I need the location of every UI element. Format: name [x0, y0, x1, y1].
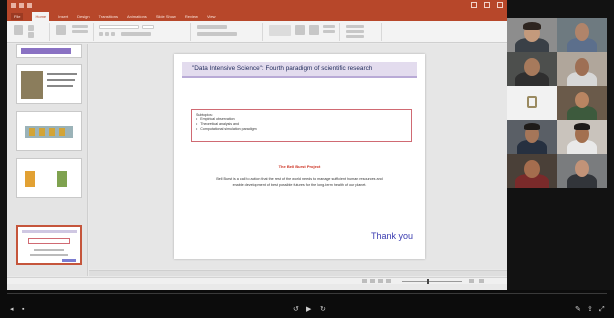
slide-thumbnail[interactable]: [16, 44, 82, 58]
participant-video[interactable]: [507, 154, 557, 188]
screen: File Home Insert Design Transitions Anim…: [0, 0, 614, 318]
slide-canvas: "Data Intensive Science": Fourth paradig…: [89, 44, 507, 269]
volume-icon[interactable]: ◂: [10, 306, 14, 313]
underline-icon[interactable]: [111, 32, 115, 36]
player-controls: ◂ ▪ ↺ ▶ ↻ ✎ ⇪ ⤢: [0, 290, 614, 318]
tab-insert[interactable]: Insert: [58, 14, 68, 19]
zoom-slider-handle[interactable]: [427, 279, 429, 284]
minimize-icon[interactable]: [471, 2, 477, 8]
slideshow-icon[interactable]: [386, 279, 391, 283]
close-icon[interactable]: [497, 2, 503, 8]
slides-group: [52, 23, 94, 41]
tab-review[interactable]: Review: [185, 14, 198, 19]
tab-file[interactable]: File: [11, 13, 24, 20]
find-icon[interactable]: [346, 25, 364, 28]
zoom-level[interactable]: [469, 279, 474, 283]
slide-thumbnail[interactable]: [16, 64, 82, 104]
slide-thumbnail[interactable]: [16, 111, 82, 151]
skip-back-icon[interactable]: ↺: [293, 306, 299, 313]
font-format-icons[interactable]: [121, 32, 151, 36]
slide-title-bar: "Data Intensive Science": Fourth paradig…: [182, 62, 417, 78]
slide-thumbnail[interactable]: [16, 158, 82, 198]
layout-icon[interactable]: [72, 25, 88, 28]
quote-heading: The Bell Burst Project: [278, 164, 321, 169]
shapes-gallery[interactable]: [269, 25, 291, 36]
captions-icon[interactable]: ▪: [22, 306, 24, 313]
reading-view-icon[interactable]: [378, 279, 383, 283]
participant-video[interactable]: [557, 52, 607, 86]
window-controls[interactable]: [471, 2, 503, 8]
quick-access-toolbar[interactable]: [11, 3, 37, 9]
ribbon: [7, 21, 507, 43]
slide-thumbnails-pane: [7, 44, 88, 276]
powerpoint-window: File Home Insert Design Transitions Anim…: [7, 0, 507, 290]
status-bar: [7, 277, 507, 284]
seek-bar[interactable]: [7, 293, 607, 294]
tab-slide-show[interactable]: Slide Show: [156, 14, 176, 19]
quick-styles-icon[interactable]: [309, 25, 319, 35]
thank-you-text: Thank you: [370, 231, 413, 241]
slide-sorter-icon[interactable]: [370, 279, 375, 283]
participant-video[interactable]: [507, 120, 557, 154]
paste-icon[interactable]: [14, 25, 23, 35]
font-name-select[interactable]: [99, 25, 139, 29]
shape-outline-icon[interactable]: [323, 30, 335, 33]
play-icon[interactable]: ▶: [306, 306, 311, 313]
slide-title: "Data Intensive Science": Fourth paradig…: [192, 65, 373, 72]
subtopics-box: Subtopics: Empirical observation Theoret…: [191, 109, 412, 142]
normal-view-icon[interactable]: [362, 279, 367, 283]
tab-transitions[interactable]: Transitions: [99, 14, 118, 19]
share-icon[interactable]: ⇪: [587, 306, 593, 313]
notes-pane[interactable]: [89, 270, 507, 276]
list-item: Computational simulation paradigm: [196, 127, 407, 132]
select-icon[interactable]: [346, 35, 364, 38]
edit-icon[interactable]: ✎: [575, 306, 581, 313]
list-icons[interactable]: [197, 25, 227, 29]
font-group: [96, 23, 191, 41]
italic-icon[interactable]: [105, 32, 109, 36]
skip-forward-icon[interactable]: ↻: [320, 306, 326, 313]
shape-fill-icon[interactable]: [323, 25, 335, 28]
tab-design[interactable]: Design: [77, 14, 89, 19]
subtopics-list: Empirical observation Theoretical analys…: [196, 117, 407, 132]
participant-video[interactable]: [507, 52, 557, 86]
zoom-slider[interactable]: [402, 281, 462, 282]
maximize-icon[interactable]: [484, 2, 490, 8]
font-size-select[interactable]: [142, 25, 154, 29]
drawing-group: [265, 23, 340, 41]
fullscreen-icon[interactable]: ⤢: [599, 306, 605, 313]
tab-view[interactable]: View: [207, 14, 216, 19]
participant-video[interactable]: [557, 86, 607, 120]
reset-icon[interactable]: [72, 30, 88, 33]
replace-icon[interactable]: [346, 30, 364, 33]
participant-avatar-tile[interactable]: [507, 86, 557, 120]
tab-animations[interactable]: Animations: [127, 14, 147, 19]
bold-icon[interactable]: [99, 32, 103, 36]
tab-home[interactable]: Home: [32, 12, 50, 21]
participant-video[interactable]: [557, 154, 607, 188]
slide-thumbnail-selected[interactable]: [16, 225, 82, 265]
cut-icon[interactable]: [28, 25, 34, 31]
paragraph-group: [193, 23, 263, 41]
editing-group: [342, 23, 382, 41]
current-slide[interactable]: "Data Intensive Science": Fourth paradig…: [174, 54, 425, 259]
copy-icon[interactable]: [28, 32, 34, 38]
clipboard-group: [10, 23, 50, 41]
participant-video[interactable]: [557, 120, 607, 154]
title-bar: [7, 0, 507, 12]
participant-video[interactable]: [507, 18, 557, 52]
arrange-icon[interactable]: [295, 25, 305, 35]
new-slide-icon[interactable]: [56, 25, 66, 35]
ribbon-tabs: File Home Insert Design Transitions Anim…: [7, 12, 507, 21]
participant-video[interactable]: [557, 18, 607, 52]
align-icons[interactable]: [197, 32, 237, 36]
fit-to-window-icon[interactable]: [479, 279, 484, 283]
quote-body: Bell Burst is a call to action that the …: [216, 177, 383, 187]
